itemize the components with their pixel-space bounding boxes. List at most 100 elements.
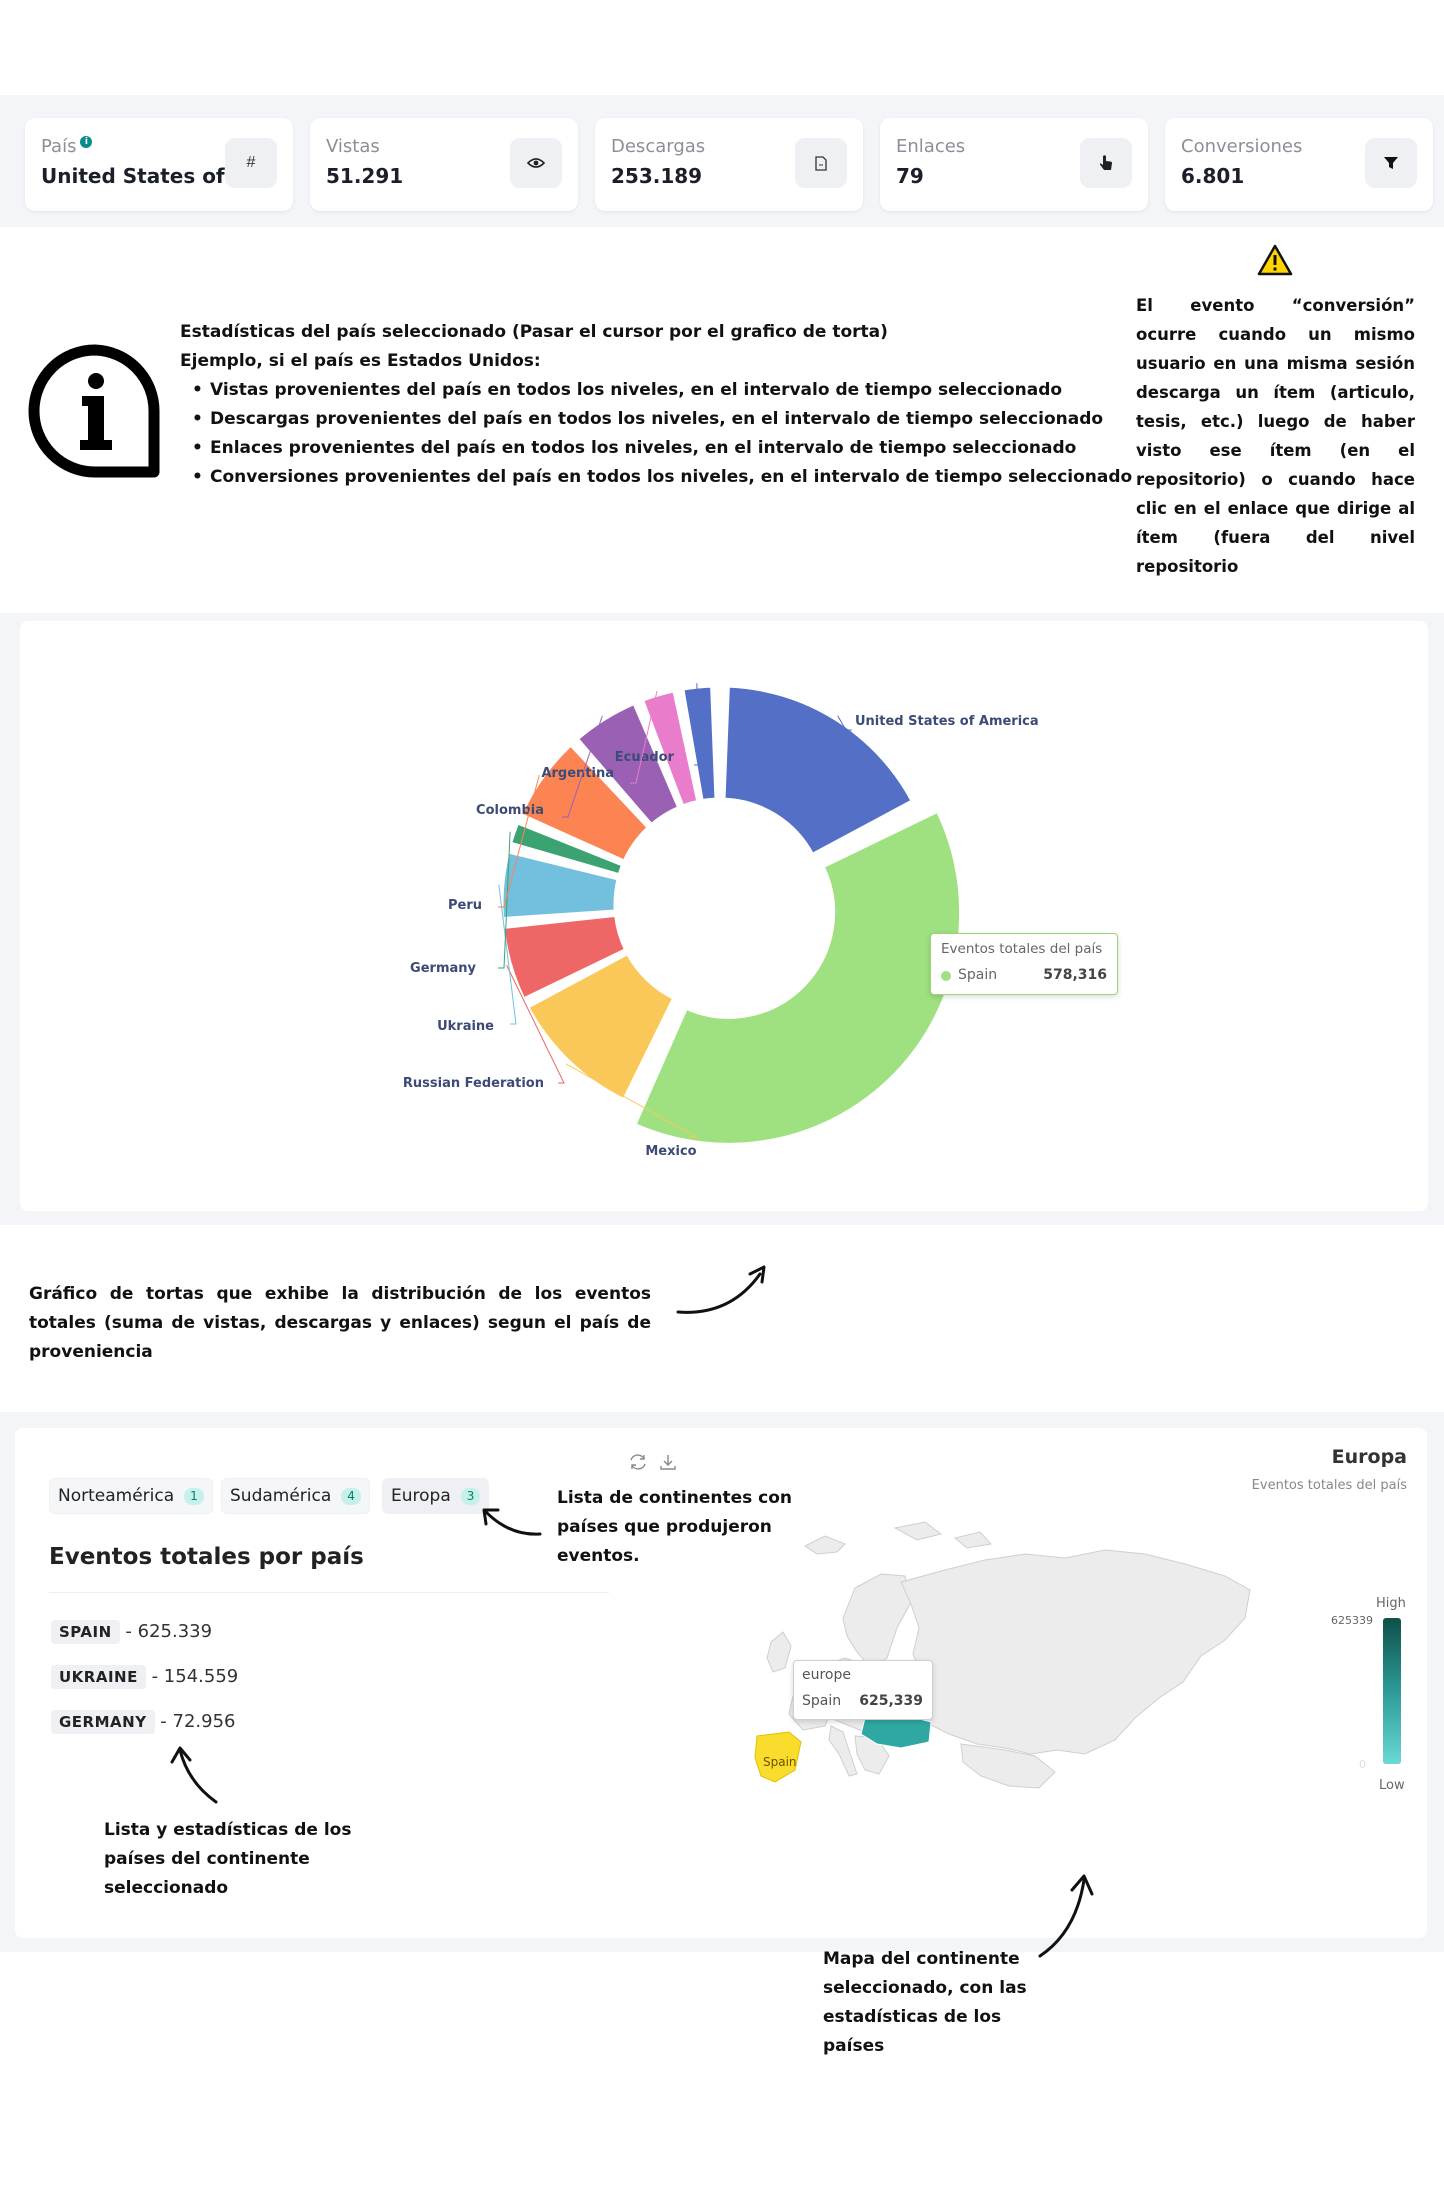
legend-high: High bbox=[1376, 1596, 1406, 1611]
map-subtitle: Eventos totales del país bbox=[1251, 1478, 1407, 1493]
country-tag: GERMANY bbox=[51, 1710, 155, 1734]
tooltip-dot bbox=[941, 971, 951, 981]
kpi-label-views: Vistas bbox=[326, 136, 380, 157]
tooltip-value: 578,316 bbox=[1043, 967, 1107, 983]
legend-low: Low bbox=[1379, 1778, 1405, 1793]
kpi-value-downloads: 253.189 bbox=[611, 164, 703, 188]
pie-slice-spain[interactable] bbox=[633, 809, 963, 1146]
map-uk bbox=[766, 1631, 792, 1673]
map-annotation: Mapa del continente seleccionado, con la… bbox=[823, 1949, 1027, 2056]
country-row: GERMANY - 72.956 bbox=[51, 1710, 236, 1734]
pie-label: Mexico bbox=[645, 1144, 696, 1159]
downloads-button[interactable] bbox=[795, 138, 847, 188]
map-arctic-islands bbox=[893, 1521, 943, 1541]
conversion-warning-text: El evento “conversión” ocurre cuando un … bbox=[1136, 296, 1415, 576]
map-italy bbox=[828, 1725, 858, 1777]
map-russia bbox=[900, 1549, 1251, 1755]
pie-label: United States of America bbox=[855, 714, 1039, 729]
kpi-value-conversions: 6.801 bbox=[1181, 164, 1245, 188]
info-bullet: Conversiones provenientes del país en to… bbox=[180, 463, 1132, 492]
map-tooltip: europe Spain 625,339 bbox=[793, 1660, 933, 1720]
views-button[interactable] bbox=[510, 138, 562, 188]
country-tag: UKRAINE bbox=[51, 1665, 146, 1689]
pie-label: Russian Federation bbox=[403, 1076, 544, 1091]
continents-annotation: Lista de continentes con países que prod… bbox=[557, 1488, 793, 1566]
kpi-card-downloads[interactable]: Descargas 253.189 bbox=[595, 118, 863, 211]
links-button[interactable] bbox=[1080, 138, 1132, 188]
info-bubble-icon bbox=[28, 344, 160, 478]
arrow-icon bbox=[676, 1265, 766, 1314]
kpi-card-links[interactable]: Enlaces 79 bbox=[880, 118, 1148, 211]
tab-sudamerica[interactable]: Sudamérica 4 bbox=[221, 1478, 370, 1514]
country-tag: SPAIN bbox=[51, 1620, 120, 1644]
tooltip-group: europe bbox=[802, 1667, 851, 1683]
kpi-card-country[interactable]: País i United States of A... # bbox=[25, 118, 293, 211]
filter-icon bbox=[1384, 157, 1398, 169]
pointer-icon bbox=[1099, 155, 1112, 170]
download-icon[interactable] bbox=[658, 1452, 678, 1472]
map-arctic-islands bbox=[953, 1531, 992, 1549]
map-title: Europa bbox=[1331, 1446, 1407, 1468]
country-row: UKRAINE - 154.559 bbox=[51, 1665, 238, 1689]
tooltip-title: Eventos totales del país bbox=[941, 941, 1103, 957]
tab-label: Sudamérica bbox=[230, 1486, 332, 1506]
info-bullet: Descargas provenientes del país en todos… bbox=[180, 405, 1132, 434]
kpi-label-downloads: Descargas bbox=[611, 136, 706, 157]
eye-icon bbox=[527, 158, 545, 168]
kpi-value-links: 79 bbox=[896, 164, 924, 188]
file-icon bbox=[815, 155, 827, 171]
europe-map[interactable]: Spain bbox=[705, 1518, 1265, 1888]
country-value: - 625.339 bbox=[125, 1621, 213, 1642]
countries-title: Eventos totales por país bbox=[49, 1544, 364, 1570]
country-value: - 72.956 bbox=[160, 1711, 236, 1732]
arrow-icon bbox=[1038, 1874, 1094, 1958]
pie-label: Peru bbox=[448, 898, 482, 913]
info-text: Estadísticas del país seleccionado (Pasa… bbox=[180, 318, 1132, 492]
kpi-label-country: País i bbox=[41, 136, 93, 157]
kpi-label-conversions: Conversiones bbox=[1181, 136, 1303, 157]
info-bullet: Enlaces provenientes del país en todos l… bbox=[180, 434, 1132, 463]
refresh-icon[interactable] bbox=[628, 1452, 648, 1472]
visual-map-bar[interactable] bbox=[1383, 1618, 1401, 1764]
pie-label: Germany bbox=[410, 961, 476, 976]
tab-count: 1 bbox=[184, 1487, 204, 1505]
info-icon[interactable]: i bbox=[80, 136, 93, 148]
conversions-button[interactable] bbox=[1365, 138, 1417, 188]
kpi-strip: País i United States of A... # Vistas 51.… bbox=[0, 95, 1444, 227]
pie-tooltip: Eventos totales del país Spain 578,316 bbox=[930, 933, 1118, 995]
tab-count: 4 bbox=[341, 1487, 361, 1505]
tab-norteamerica[interactable]: Norteamérica 1 bbox=[49, 1478, 213, 1514]
info-bullet-list: Vistas provenientes del país en todos lo… bbox=[180, 376, 1132, 492]
info-title: Estadísticas del país seleccionado (Pasa… bbox=[180, 322, 888, 342]
hash-button[interactable]: # bbox=[225, 138, 277, 188]
pie-label: Ecuador bbox=[615, 750, 675, 765]
tooltip-value: 625,339 bbox=[859, 1693, 923, 1709]
kpi-card-views[interactable]: Vistas 51.291 bbox=[310, 118, 578, 211]
pie-label: Argentina bbox=[541, 766, 614, 781]
map-spain-label: Spain bbox=[763, 1755, 797, 1769]
map-arctic-islands bbox=[804, 1535, 846, 1555]
pie-label: Ukraine bbox=[437, 1019, 494, 1034]
pie-slice-united-states-of-america[interactable] bbox=[722, 684, 914, 856]
pie-panel: United States of America Spain Mexico Russi… bbox=[20, 621, 1428, 1211]
tab-label: Norteamérica bbox=[58, 1486, 175, 1506]
tab-count: 3 bbox=[460, 1487, 481, 1505]
kpi-card-conversions[interactable]: Conversiones 6.801 bbox=[1165, 118, 1433, 211]
legend-min: 0 bbox=[1359, 1758, 1366, 1771]
country-row: SPAIN - 625.339 bbox=[51, 1620, 212, 1644]
tab-label: Europa bbox=[391, 1486, 451, 1506]
divider bbox=[49, 1592, 609, 1593]
arrow-icon bbox=[170, 1746, 218, 1804]
countries-annotation: Lista y estadísticas de los países del c… bbox=[104, 1820, 352, 1898]
country-value: - 154.559 bbox=[151, 1666, 239, 1687]
arrow-icon bbox=[482, 1508, 542, 1536]
pie-section: United States of America Spain Mexico Russi… bbox=[0, 613, 1444, 1225]
tab-europa[interactable]: Europa 3 bbox=[382, 1478, 490, 1514]
info-bullet: Vistas provenientes del país en todos lo… bbox=[180, 376, 1132, 405]
donut-chart[interactable]: United States of America Spain Mexico Russi… bbox=[20, 621, 1428, 1211]
tooltip-name: Spain bbox=[958, 967, 998, 983]
pie-annotation: Gráfico de tortas que exhibe la distribu… bbox=[29, 1284, 651, 1362]
warning-icon bbox=[1257, 244, 1293, 276]
hash-icon: # bbox=[246, 154, 256, 171]
kpi-value-views: 51.291 bbox=[326, 164, 404, 188]
